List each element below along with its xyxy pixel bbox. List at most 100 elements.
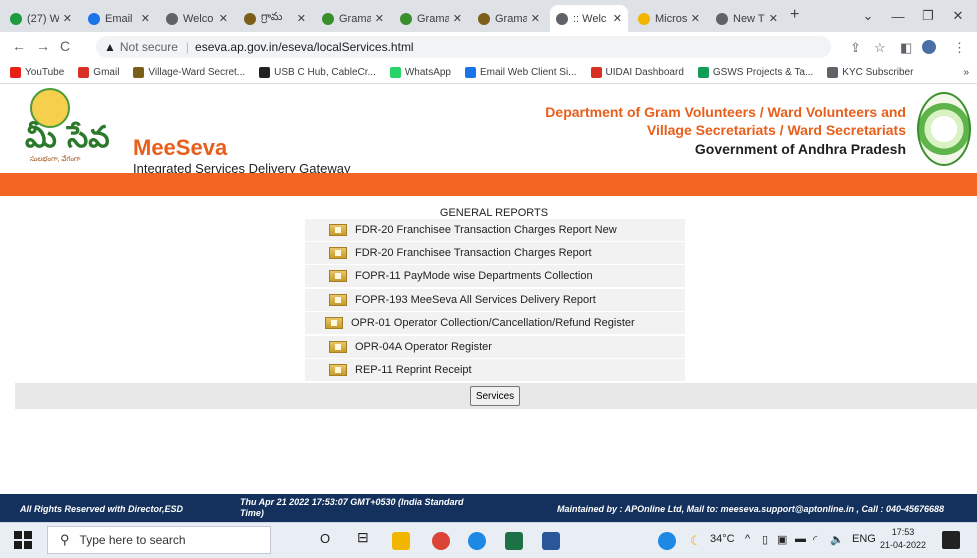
rights-text: All Rights Reserved with Director,ESD xyxy=(20,504,184,514)
taskbar-search[interactable]: ⚲ Type here to search xyxy=(47,526,271,554)
office-icon xyxy=(638,12,650,25)
word-icon[interactable] xyxy=(542,532,560,550)
close-tab-icon[interactable]: ✕ xyxy=(613,12,622,25)
report-link[interactable]: FDR-20 Franchisee Transaction Charges Re… xyxy=(305,219,685,241)
bookmark-item[interactable]: Gmail xyxy=(78,67,119,78)
close-tab-icon[interactable]: ✕ xyxy=(141,12,150,25)
browser-tab[interactable]: Micros ✕ xyxy=(632,5,706,32)
language-indicator[interactable]: ENG xyxy=(852,533,876,545)
browser-tab[interactable]: Grama ✕ xyxy=(316,5,390,32)
report-link[interactable]: OPR-04A Operator Register xyxy=(305,336,685,358)
report-link[interactable]: FOPR-11 PayMode wise Departments Collect… xyxy=(305,265,685,287)
tray-chevron-icon[interactable]: ^ xyxy=(745,533,750,545)
browser-tab[interactable]: (27) W ✕ xyxy=(4,5,78,32)
close-tab-icon[interactable]: ✕ xyxy=(531,12,540,25)
site-icon xyxy=(478,12,490,25)
teamviewer-icon[interactable] xyxy=(658,532,676,550)
tray-app-icon[interactable]: ▯ xyxy=(762,533,768,546)
whatsapp-icon xyxy=(10,12,22,25)
notification-icon[interactable] xyxy=(942,531,960,549)
url-text: eseva.ap.gov.in/eseva/localServices.html xyxy=(195,40,414,54)
close-tab-icon[interactable]: ✕ xyxy=(63,12,72,25)
site-footer: All Rights Reserved with Director,ESD Th… xyxy=(0,494,977,522)
close-tab-icon[interactable]: ✕ xyxy=(297,12,306,25)
tab-strip: (27) W ✕ Email ✕ Welco ✕ గ్రామ ✕ Grama ✕ Gram… xyxy=(0,0,977,32)
chrome-icon[interactable] xyxy=(432,532,450,550)
weather-text[interactable]: 34°C xyxy=(710,533,735,545)
volume-icon[interactable]: 🔈 xyxy=(830,533,844,546)
whatsapp-icon xyxy=(389,67,401,78)
cortana-icon[interactable]: O xyxy=(320,531,330,546)
services-button[interactable]: Services xyxy=(470,386,520,406)
uidai-icon xyxy=(590,67,602,78)
new-tab-button[interactable]: + xyxy=(790,6,799,24)
report-folder-icon xyxy=(329,270,347,282)
report-link[interactable]: FDR-20 Franchisee Transaction Charges Re… xyxy=(305,242,685,264)
header-divider-bar xyxy=(0,173,977,196)
email-icon xyxy=(465,67,476,78)
bookmark-item[interactable]: GSWS Projects & Ta... xyxy=(697,67,813,78)
bookmark-item[interactable]: Email Web Client Si... xyxy=(465,67,577,78)
browser-tab[interactable]: New T ✕ xyxy=(710,5,784,32)
sidepanel-icon[interactable]: ◧ xyxy=(900,40,912,56)
address-bar[interactable]: ▲ Not secure | eseva.ap.gov.in/eseva/loc… xyxy=(96,36,831,58)
government-name: Government of Andhra Pradesh xyxy=(694,141,906,157)
site-icon xyxy=(322,12,334,25)
close-tab-icon[interactable]: ✕ xyxy=(769,12,778,25)
menu-icon[interactable]: ⋮ xyxy=(953,40,966,56)
youtube-icon xyxy=(10,67,21,78)
browser-tab[interactable]: Grama ✕ xyxy=(472,5,546,32)
bookmark-item[interactable]: KYC Subscriber xyxy=(827,67,913,78)
reload-icon[interactable]: C xyxy=(60,38,70,54)
plus-icon xyxy=(697,67,709,78)
share-icon[interactable]: ⇪ xyxy=(850,40,861,56)
profile-avatar[interactable] xyxy=(922,40,936,54)
bookmark-item[interactable]: UIDAI Dashboard xyxy=(590,67,684,78)
close-tab-icon[interactable]: ✕ xyxy=(375,12,384,25)
excel-icon[interactable] xyxy=(505,532,523,550)
report-folder-icon xyxy=(329,294,347,306)
edge-icon[interactable] xyxy=(468,532,486,550)
windows-start-icon[interactable] xyxy=(14,531,32,549)
battery-icon[interactable]: ▬ xyxy=(795,533,806,545)
close-window-button[interactable]: ✕ xyxy=(938,0,977,32)
browser-tab[interactable]: Email ✕ xyxy=(82,5,156,32)
close-tab-icon[interactable]: ✕ xyxy=(219,12,228,25)
bookmark-item[interactable]: USB C Hub, CableCr... xyxy=(259,67,376,78)
browser-tab-active[interactable]: :: Welc ✕ xyxy=(550,5,628,32)
task-view-icon[interactable]: ⊟ xyxy=(357,529,369,546)
taskbar-clock[interactable]: 17:53 21-04-2022 xyxy=(880,526,926,552)
department-line-2: Village Secretariats / Ward Secretariats xyxy=(646,122,906,138)
report-folder-icon xyxy=(329,364,347,376)
report-folder-icon xyxy=(329,247,347,259)
close-tab-icon[interactable]: ✕ xyxy=(453,12,462,25)
bookmark-item[interactable]: YouTube xyxy=(10,67,64,78)
bookmark-item[interactable]: Village-Ward Secret... xyxy=(133,67,245,78)
network-icon[interactable]: ◜ xyxy=(813,533,817,546)
bookmark-star-icon[interactable]: ☆ xyxy=(874,40,886,56)
site-icon xyxy=(133,67,145,78)
browser-toolbar: ← → C ▲ Not secure | eseva.ap.gov.in/ese… xyxy=(0,32,977,62)
more-bookmarks-icon[interactable]: » xyxy=(963,67,969,78)
globe-icon xyxy=(556,12,568,25)
back-icon[interactable]: ← xyxy=(12,38,26,54)
site-icon xyxy=(827,67,839,78)
report-link[interactable]: FOPR-193 MeeSeva All Services Delivery R… xyxy=(305,289,685,311)
amazon-icon xyxy=(259,67,271,78)
report-link[interactable]: OPR-01 Operator Collection/Cancellation/… xyxy=(305,312,685,334)
search-icon: ⚲ xyxy=(60,532,70,547)
logo-subtitle: సులభంగా, వేగంగా xyxy=(30,156,81,163)
close-tab-icon[interactable]: ✕ xyxy=(691,12,700,25)
tray-app-icon[interactable]: ▣ xyxy=(777,533,787,546)
brand-title: MeeSeva xyxy=(133,135,228,160)
ap-seal-icon xyxy=(917,92,971,166)
globe-icon xyxy=(716,12,728,25)
browser-tab[interactable]: Grama ✕ xyxy=(394,5,468,32)
browser-tab[interactable]: Welco ✕ xyxy=(160,5,234,32)
file-explorer-icon[interactable] xyxy=(392,532,410,550)
forward-icon[interactable]: → xyxy=(36,38,50,54)
browser-tab[interactable]: గ్రామ ✕ xyxy=(238,5,312,32)
report-link[interactable]: REP-11 Reprint Receipt xyxy=(305,359,685,381)
reports-title: GENERAL REPORTS xyxy=(439,207,549,219)
bookmark-item[interactable]: WhatsApp xyxy=(389,67,451,78)
